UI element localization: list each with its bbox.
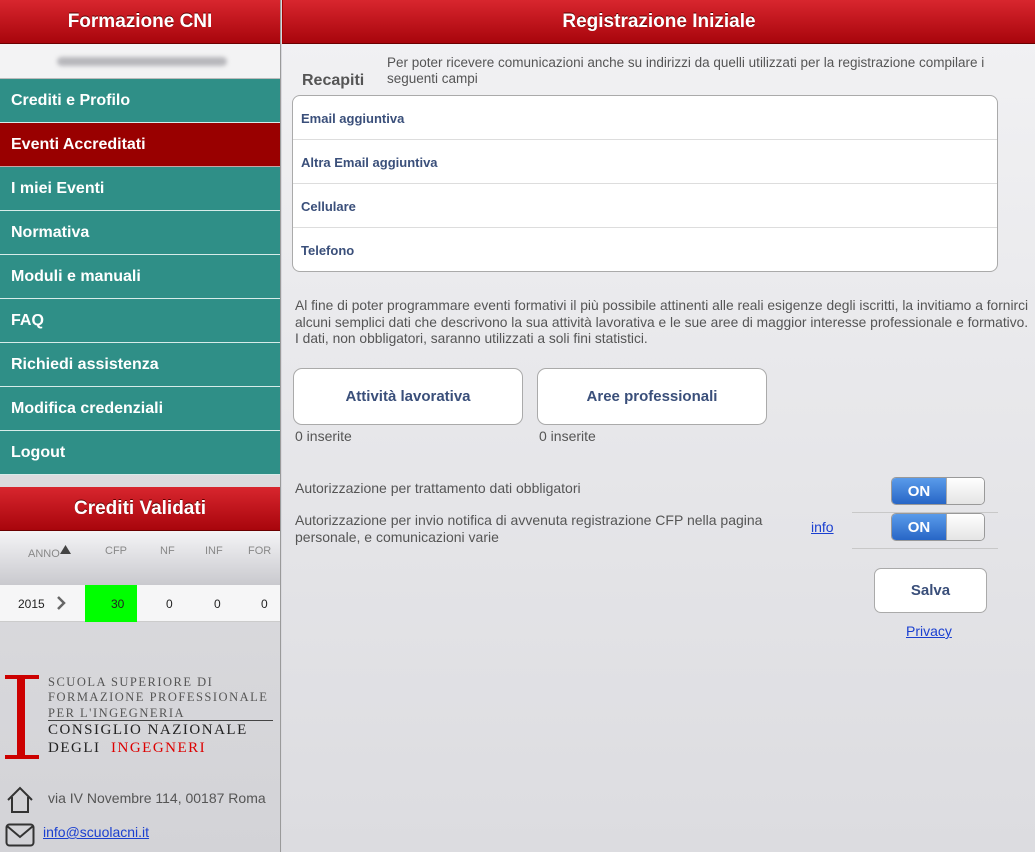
email-aggiuntiva-input[interactable] xyxy=(473,104,983,132)
field-altra-email[interactable]: Altra Email aggiuntiva xyxy=(293,140,997,184)
nav-item-eventi-accreditati[interactable]: Eventi Accreditati xyxy=(0,123,280,167)
altra-email-input[interactable] xyxy=(473,148,983,176)
home-icon xyxy=(7,786,33,813)
nav-item-faq[interactable]: FAQ xyxy=(0,299,280,343)
auth-notifica-toggle[interactable]: ON xyxy=(891,513,985,541)
row-anno: 2015 xyxy=(18,597,45,611)
page-title: Registrazione Iniziale xyxy=(282,0,1035,44)
scuola-cni-logo: SCUOLA SUPERIORE DI FORMAZIONE PROFESSIO… xyxy=(0,670,281,770)
privacy-link[interactable]: Privacy xyxy=(906,623,952,639)
field-label: Cellulare xyxy=(301,199,356,214)
nav-item-richiedi-assistenza[interactable]: Richiedi assistenza xyxy=(0,343,280,387)
envelope-icon xyxy=(5,823,35,847)
email-row: info@scuolacni.it xyxy=(0,820,281,848)
recapiti-label: Recapiti xyxy=(302,72,365,89)
field-label: Email aggiuntiva xyxy=(301,111,405,126)
nav-item-crediti-profilo[interactable]: Crediti e Profilo xyxy=(0,79,280,123)
credits-row[interactable]: 2015 30 0 0 0 xyxy=(0,585,280,622)
col-for-header: FOR xyxy=(248,545,272,557)
attivita-count: 0 inserite xyxy=(295,428,352,444)
col-cfp-header: CFP xyxy=(105,545,127,557)
auth-notifica-label: Autorizzazione per invio notifica di avv… xyxy=(295,512,763,545)
sidebar: Formazione CNI Crediti e Profilo Eventi … xyxy=(0,0,281,852)
field-telefono[interactable]: Telefono xyxy=(293,228,997,271)
address-row: via IV Novembre 114, 00187 Roma xyxy=(0,784,281,816)
nav-item-modifica-credenziali[interactable]: Modifica credenziali xyxy=(0,387,280,431)
info-link[interactable]: info xyxy=(811,519,834,535)
field-email-aggiuntiva[interactable]: Email aggiuntiva xyxy=(293,96,997,140)
cellulare-input[interactable] xyxy=(473,192,983,220)
save-button[interactable]: Salva xyxy=(874,568,987,613)
row-cfp: 30 xyxy=(111,597,125,611)
sidebar-title: Formazione CNI xyxy=(0,0,280,44)
statistics-info-text: Al fine di poter programmare eventi form… xyxy=(295,298,1029,346)
row-nf: 0 xyxy=(166,597,173,611)
field-cellulare[interactable]: Cellulare xyxy=(293,184,997,228)
nav-item-logout[interactable]: Logout xyxy=(0,431,280,475)
row-for: 0 xyxy=(261,597,268,611)
telefono-input[interactable] xyxy=(473,236,983,264)
col-nf-header: NF xyxy=(160,545,175,557)
col-anno-header[interactable]: ANNO xyxy=(28,548,60,560)
user-name-blurred xyxy=(0,44,280,79)
recapiti-intro: Per poter ricevere comunicazioni anche s… xyxy=(387,55,985,86)
nav-menu: Crediti e Profilo Eventi Accreditati I m… xyxy=(0,79,280,475)
aree-professionali-button[interactable]: Aree professionali xyxy=(537,368,767,425)
auth-trattamento-label: Autorizzazione per trattamento dati obbl… xyxy=(295,480,581,496)
contact-fields: Email aggiuntiva Altra Email aggiuntiva … xyxy=(292,95,998,272)
main-panel: Registrazione Iniziale Recapiti Per pote… xyxy=(282,0,1035,852)
credits-title: Crediti Validati xyxy=(0,487,280,531)
row-inf: 0 xyxy=(214,597,221,611)
attivita-lavorativa-button[interactable]: Attività lavorativa xyxy=(293,368,523,425)
aree-count: 0 inserite xyxy=(539,428,596,444)
sort-up-icon[interactable] xyxy=(60,545,71,554)
email-link[interactable]: info@scuolacni.it xyxy=(43,824,149,840)
address-text: via IV Novembre 114, 00187 Roma xyxy=(48,790,266,806)
col-inf-header: INF xyxy=(205,545,223,557)
credits-table-header: ANNO CFP NF INF FOR xyxy=(0,531,280,585)
nav-item-normativa[interactable]: Normativa xyxy=(0,211,280,255)
nav-item-moduli-manuali[interactable]: Moduli e manuali xyxy=(0,255,280,299)
field-label: Altra Email aggiuntiva xyxy=(301,155,438,170)
nav-item-miei-eventi[interactable]: I miei Eventi xyxy=(0,167,280,211)
auth-trattamento-toggle[interactable]: ON xyxy=(891,477,985,505)
chevron-right-icon[interactable] xyxy=(57,596,66,610)
field-label: Telefono xyxy=(301,243,355,258)
